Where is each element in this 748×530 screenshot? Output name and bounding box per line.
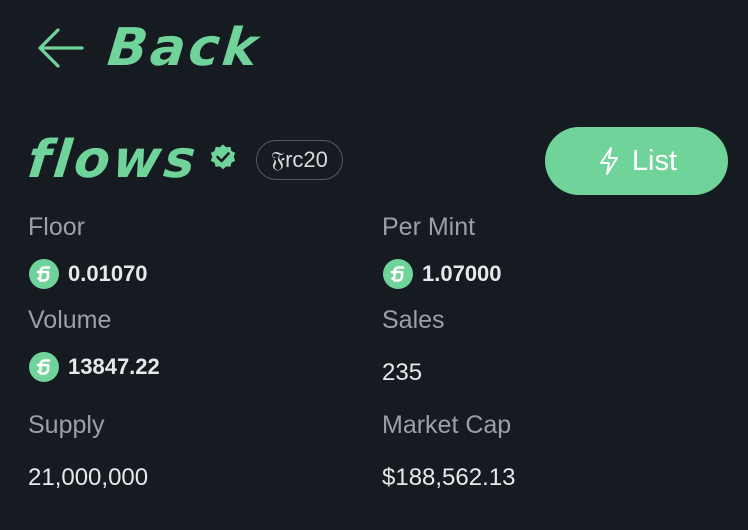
volume-value: 13847.22 <box>68 354 160 379</box>
token-standard-badge: 𝔉rc20 <box>256 140 343 180</box>
stat-per-mint: Per Mint 1.07000 <box>382 212 502 290</box>
floor-value-row: 0.01070 <box>28 258 148 290</box>
floor-value: 0.01070 <box>68 261 148 286</box>
supply-label: Supply <box>28 411 105 439</box>
back-label: Back <box>104 18 264 78</box>
token-name: flows <box>24 130 202 190</box>
verified-badge-icon <box>210 144 236 170</box>
floor-label: Floor <box>28 213 85 241</box>
supply-value: 21,000,000 <box>28 464 149 491</box>
stat-market-cap: Market Cap $188,562.13 <box>382 410 515 493</box>
token-title-row: flows 𝔉rc20 <box>24 128 343 192</box>
list-button[interactable]: List <box>545 127 728 195</box>
flow-coin-icon <box>29 352 59 382</box>
per-mint-value-row: 1.07000 <box>382 258 502 290</box>
per-mint-value: 1.07000 <box>422 261 502 286</box>
market-cap-value: $188,562.13 <box>382 464 516 491</box>
lightning-bolt-icon <box>599 147 618 175</box>
stat-supply: Supply 21,000,000 <box>28 410 148 493</box>
market-cap-label: Market Cap <box>382 411 512 439</box>
arrow-left-icon <box>38 28 84 68</box>
sales-label: Sales <box>382 306 445 334</box>
stat-volume: Volume 13847.22 <box>28 305 160 383</box>
stat-floor: Floor 0.01070 <box>28 212 148 290</box>
per-mint-label: Per Mint <box>382 213 476 241</box>
volume-value-row: 13847.22 <box>28 351 160 383</box>
flow-coin-icon <box>383 259 413 289</box>
stat-sales: Sales 235 <box>382 305 445 388</box>
flow-coin-icon <box>29 259 59 289</box>
list-button-label: List <box>631 144 678 177</box>
volume-label: Volume <box>28 306 112 334</box>
back-link[interactable]: Back <box>34 18 264 78</box>
sales-value: 235 <box>382 359 423 386</box>
